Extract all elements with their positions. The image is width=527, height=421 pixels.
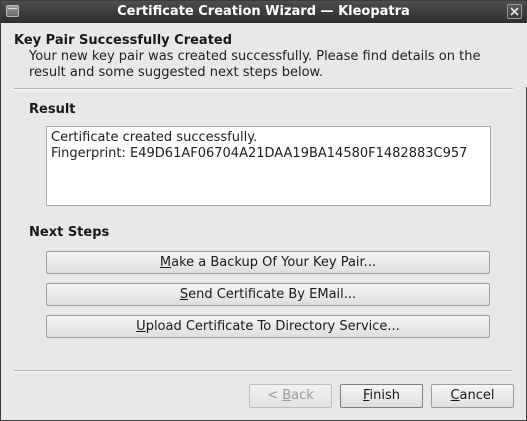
back-prefix: <	[267, 388, 283, 403]
send-certificate-email-button[interactable]: Send Certificate By EMail...	[46, 283, 490, 306]
back-label: ack	[291, 388, 314, 403]
back-button[interactable]: < Back	[249, 384, 332, 408]
back-mnemonic: B	[282, 388, 292, 403]
finish-label: inish	[369, 388, 401, 403]
backup-mnemonic: M	[159, 255, 172, 270]
header-divider	[14, 88, 513, 90]
cancel-label: ancel	[459, 388, 495, 403]
title-bar[interactable]: Certificate Creation Wizard — Kleopatra	[1, 1, 526, 23]
result-label: Result	[29, 102, 76, 117]
result-text-box[interactable]: Certificate created successfully. Finger…	[46, 126, 491, 206]
cancel-mnemonic: C	[450, 388, 460, 403]
page-subtitle: Your new key pair was created successful…	[29, 49, 481, 80]
next-steps-label: Next Steps	[29, 225, 110, 240]
result-status-text: Certificate created successfully.	[51, 130, 258, 145]
cancel-button[interactable]: Cancel	[431, 384, 514, 408]
wizard-window: Certificate Creation Wizard — Kleopatra …	[0, 0, 527, 421]
footer-divider	[14, 370, 513, 372]
email-mnemonic: S	[179, 287, 189, 302]
wizard-header: Key Pair Successfully Created Your new k…	[2, 23, 527, 87]
close-icon[interactable]	[507, 4, 522, 19]
result-fingerprint-text: Fingerprint: E49D61AF06704A21DAA19BA1458…	[51, 146, 468, 161]
backup-key-pair-button[interactable]: Make a Backup Of Your Key Pair...	[46, 251, 490, 274]
upload-label: pload Certificate To Directory Service..…	[145, 319, 400, 334]
finish-button[interactable]: Finish	[340, 384, 423, 408]
upload-mnemonic: U	[136, 319, 146, 334]
email-label: end Certificate By EMail...	[188, 287, 357, 302]
page-title: Key Pair Successfully Created	[14, 33, 233, 48]
window-menu-icon[interactable]	[6, 5, 19, 17]
backup-label: ake a Backup Of Your Key Pair...	[171, 255, 377, 270]
window-title: Certificate Creation Wizard — Kleopatra	[117, 4, 410, 19]
upload-certificate-button[interactable]: Upload Certificate To Directory Service.…	[46, 315, 490, 338]
